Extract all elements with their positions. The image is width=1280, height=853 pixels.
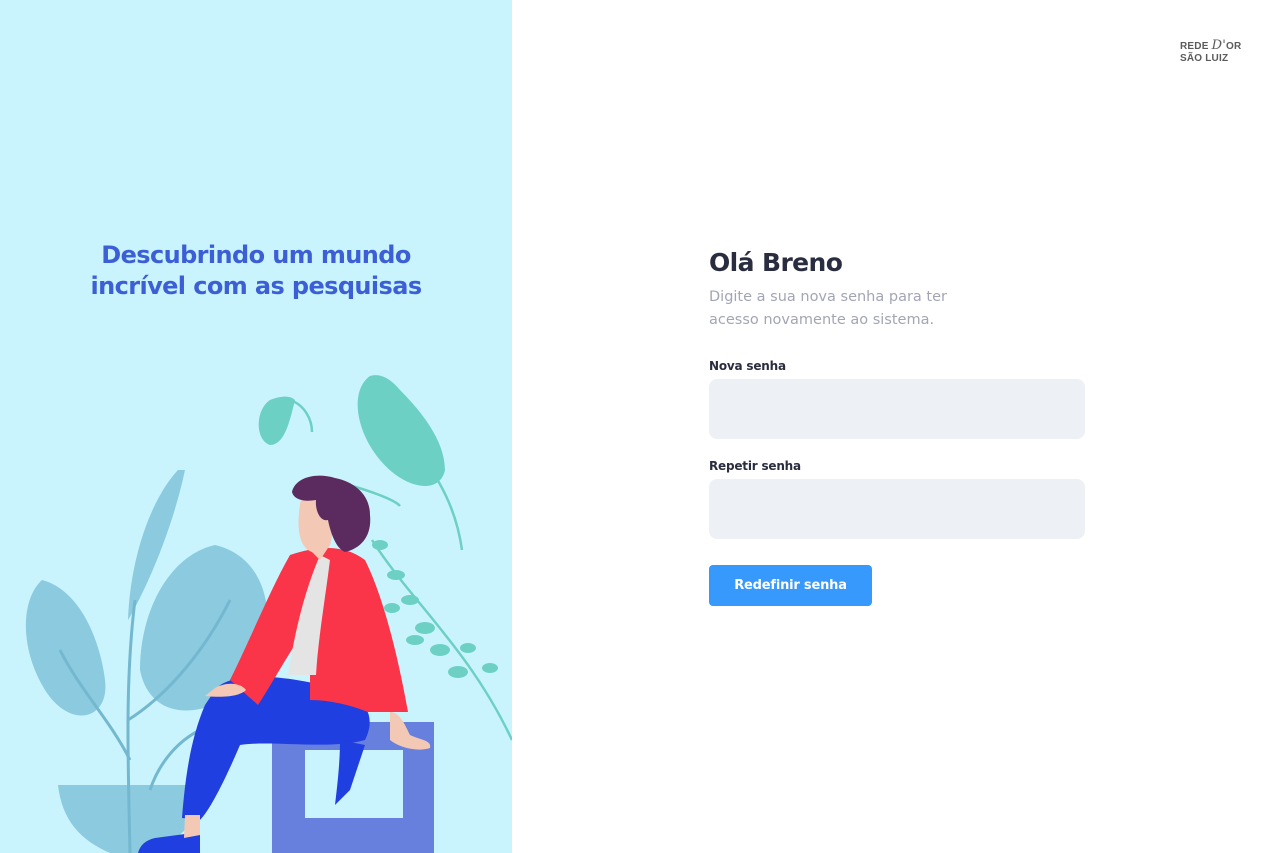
- plant-left-illustration: [25, 470, 268, 853]
- logo-text-script: D': [1211, 38, 1226, 53]
- ankle-illustration: [184, 815, 200, 838]
- hero-headline-line-1: Descubrindo um mundo: [101, 241, 411, 269]
- green-leaves-illustration: [258, 375, 445, 487]
- logo-text-or: OR: [1225, 41, 1242, 52]
- hero-headline: Descubrindo um mundo incrível com as pes…: [0, 240, 512, 302]
- new-password-label: Nova senha: [709, 359, 786, 373]
- rede-dor-sao-luiz-logo: REDE D'OR SÃO LUIZ: [1180, 35, 1242, 73]
- new-password-field[interactable]: [709, 379, 1085, 439]
- person-sitting-illustration: [25, 375, 512, 853]
- logo-text-sao-luiz: SÃO LUIZ: [1180, 53, 1229, 64]
- form-subtitle: Digite a sua nova senha para ter acesso …: [709, 289, 947, 328]
- hero-headline-line-2: incrível com as pesquisas: [90, 272, 422, 300]
- greeting-title: Olá Breno: [709, 248, 843, 277]
- reset-password-button[interactable]: Redefinir senha: [709, 565, 872, 606]
- repeat-password-field[interactable]: [709, 479, 1085, 539]
- reset-password-form: Olá Breno Digite a sua nova senha para t…: [709, 246, 1085, 606]
- form-panel: REDE D'OR SÃO LUIZ Olá Breno Digite a su…: [512, 0, 1280, 853]
- repeat-password-label: Repetir senha: [709, 459, 801, 473]
- hero-panel: Descubrindo um mundo incrível com as pes…: [0, 0, 512, 853]
- logo-text-rede: REDE: [1180, 41, 1209, 52]
